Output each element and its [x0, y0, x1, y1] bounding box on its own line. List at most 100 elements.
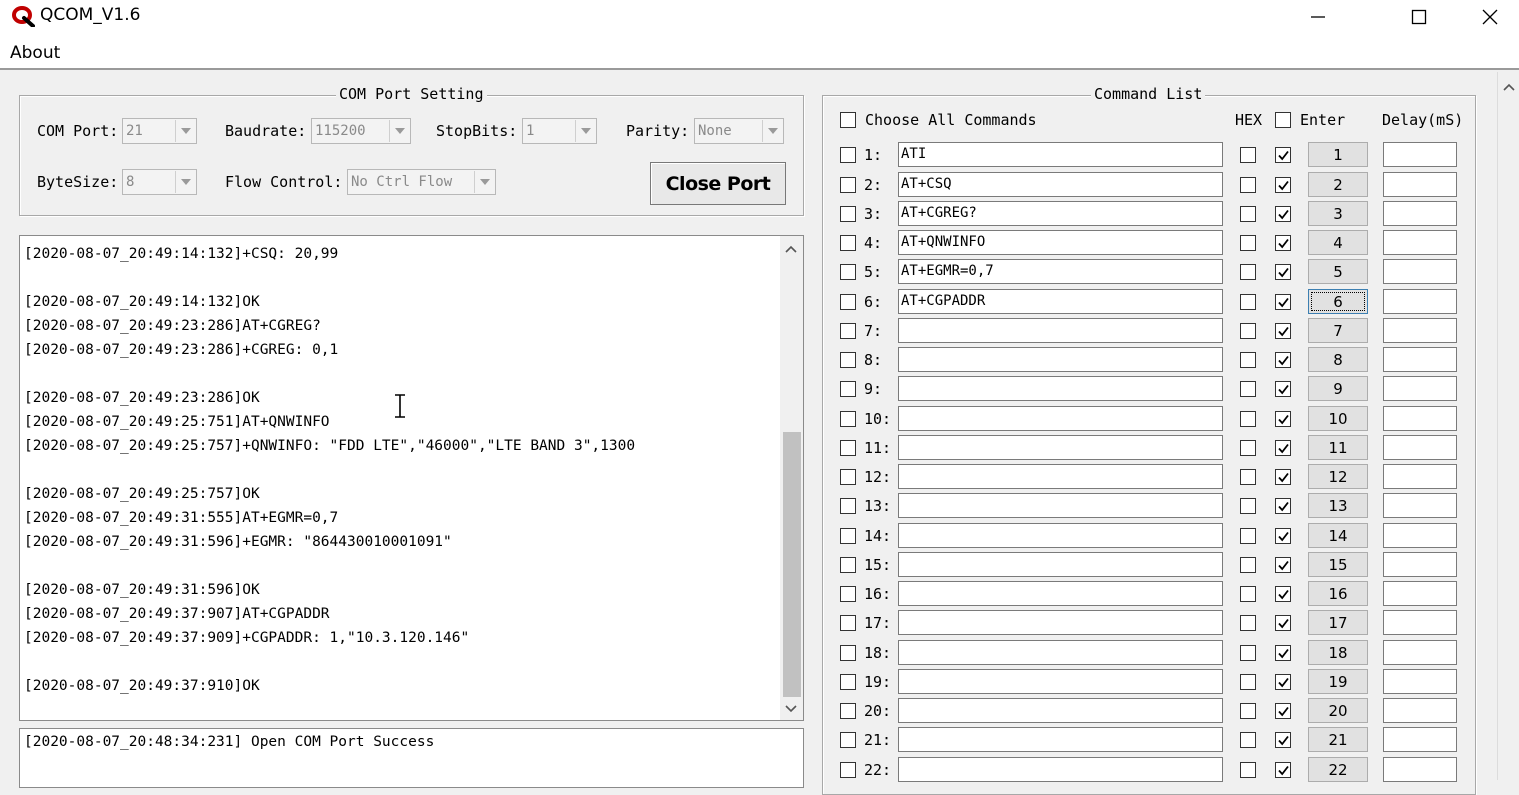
row-select-checkbox[interactable]	[840, 294, 856, 310]
command-input[interactable]	[898, 552, 1223, 577]
minimize-button[interactable]	[1294, 0, 1342, 34]
command-input[interactable]: AT+EGMR=0,7	[898, 259, 1223, 284]
command-input[interactable]	[898, 669, 1223, 694]
command-input[interactable]	[898, 581, 1223, 606]
command-input[interactable]	[898, 493, 1223, 518]
command-input[interactable]: AT+CSQ	[898, 172, 1223, 197]
flow-control-select[interactable]: No Ctrl Flow	[347, 169, 496, 195]
command-input[interactable]	[898, 698, 1223, 723]
command-input[interactable]	[898, 757, 1223, 782]
command-input[interactable]	[898, 318, 1223, 343]
command-input[interactable]: AT+CGPADDR	[898, 289, 1223, 314]
delay-input[interactable]	[1383, 640, 1457, 665]
send-command-button[interactable]: 21	[1308, 727, 1368, 752]
hex-checkbox[interactable]	[1240, 264, 1256, 280]
row-select-checkbox[interactable]	[840, 528, 856, 544]
delay-input[interactable]	[1383, 289, 1457, 314]
hex-checkbox[interactable]	[1240, 235, 1256, 251]
send-command-button[interactable]: 10	[1308, 406, 1368, 431]
command-input[interactable]	[898, 406, 1223, 431]
enter-checkbox[interactable]	[1275, 206, 1291, 222]
enter-checkbox[interactable]	[1275, 147, 1291, 163]
hex-checkbox[interactable]	[1240, 557, 1256, 573]
log-scrollbar[interactable]	[780, 236, 803, 720]
enter-checkbox[interactable]	[1275, 440, 1291, 456]
delay-input[interactable]	[1383, 669, 1457, 694]
hex-checkbox[interactable]	[1240, 352, 1256, 368]
hex-checkbox[interactable]	[1240, 206, 1256, 222]
enter-checkbox[interactable]	[1275, 264, 1291, 280]
hex-checkbox[interactable]	[1240, 411, 1256, 427]
enter-checkbox[interactable]	[1275, 586, 1291, 602]
row-select-checkbox[interactable]	[840, 703, 856, 719]
command-input[interactable]	[898, 464, 1223, 489]
row-select-checkbox[interactable]	[840, 498, 856, 514]
command-input[interactable]: AT+CGREG?	[898, 201, 1223, 226]
command-input[interactable]	[898, 523, 1223, 548]
row-select-checkbox[interactable]	[840, 732, 856, 748]
com-port-select[interactable]: 21	[122, 118, 197, 144]
row-select-checkbox[interactable]	[840, 323, 856, 339]
enter-checkbox[interactable]	[1275, 177, 1291, 193]
delay-input[interactable]	[1383, 698, 1457, 723]
hex-checkbox[interactable]	[1240, 177, 1256, 193]
row-select-checkbox[interactable]	[840, 645, 856, 661]
send-command-button[interactable]: 5	[1308, 259, 1368, 284]
delay-input[interactable]	[1383, 610, 1457, 635]
hex-checkbox[interactable]	[1240, 381, 1256, 397]
command-input[interactable]	[898, 435, 1223, 460]
parity-select[interactable]: None	[694, 118, 784, 144]
send-command-button[interactable]: 6	[1308, 289, 1368, 314]
send-command-button[interactable]: 12	[1308, 464, 1368, 489]
send-command-button[interactable]: 3	[1308, 201, 1368, 226]
command-input[interactable]: ATI	[898, 142, 1223, 167]
hex-checkbox[interactable]	[1240, 645, 1256, 661]
delay-input[interactable]	[1383, 727, 1457, 752]
maximize-button[interactable]	[1395, 0, 1443, 34]
delay-input[interactable]	[1383, 406, 1457, 431]
scroll-up-arrow-icon[interactable]	[1498, 76, 1519, 98]
log-scroll-thumb[interactable]	[783, 432, 801, 697]
command-input[interactable]	[898, 640, 1223, 665]
send-command-button[interactable]: 15	[1308, 552, 1368, 577]
send-command-button[interactable]: 13	[1308, 493, 1368, 518]
enter-checkbox[interactable]	[1275, 645, 1291, 661]
delay-input[interactable]	[1383, 493, 1457, 518]
delay-input[interactable]	[1383, 259, 1457, 284]
enter-checkbox[interactable]	[1275, 615, 1291, 631]
row-select-checkbox[interactable]	[840, 235, 856, 251]
send-command-button[interactable]: 16	[1308, 581, 1368, 606]
hex-checkbox[interactable]	[1240, 703, 1256, 719]
scroll-down-arrow-icon[interactable]	[780, 698, 802, 720]
enter-checkbox[interactable]	[1275, 411, 1291, 427]
delay-input[interactable]	[1383, 581, 1457, 606]
stopbits-select[interactable]: 1	[522, 118, 597, 144]
delay-input[interactable]	[1383, 318, 1457, 343]
send-command-button[interactable]: 1	[1308, 142, 1368, 167]
enter-checkbox[interactable]	[1275, 323, 1291, 339]
menu-about[interactable]: About	[10, 43, 60, 63]
hex-checkbox[interactable]	[1240, 469, 1256, 485]
baudrate-select[interactable]: 115200	[311, 118, 411, 144]
enter-checkbox[interactable]	[1275, 762, 1291, 778]
delay-input[interactable]	[1383, 523, 1457, 548]
receive-log[interactable]: [2020-08-07_20:49:14:132]+CSQ: 20,99 [202…	[19, 235, 804, 721]
send-command-button[interactable]: 20	[1308, 698, 1368, 723]
hex-checkbox[interactable]	[1240, 498, 1256, 514]
command-input[interactable]	[898, 610, 1223, 635]
hex-checkbox[interactable]	[1240, 674, 1256, 690]
send-command-button[interactable]: 19	[1308, 669, 1368, 694]
delay-input[interactable]	[1383, 172, 1457, 197]
enter-checkbox[interactable]	[1275, 235, 1291, 251]
send-command-button[interactable]: 4	[1308, 230, 1368, 255]
hex-checkbox[interactable]	[1240, 294, 1256, 310]
delay-input[interactable]	[1383, 757, 1457, 782]
row-select-checkbox[interactable]	[840, 586, 856, 602]
delay-input[interactable]	[1383, 552, 1457, 577]
enter-checkbox[interactable]	[1275, 352, 1291, 368]
send-command-button[interactable]: 18	[1308, 640, 1368, 665]
hex-checkbox[interactable]	[1240, 323, 1256, 339]
hex-checkbox[interactable]	[1240, 732, 1256, 748]
hex-checkbox[interactable]	[1240, 528, 1256, 544]
close-port-button[interactable]: Close Port	[650, 162, 786, 205]
